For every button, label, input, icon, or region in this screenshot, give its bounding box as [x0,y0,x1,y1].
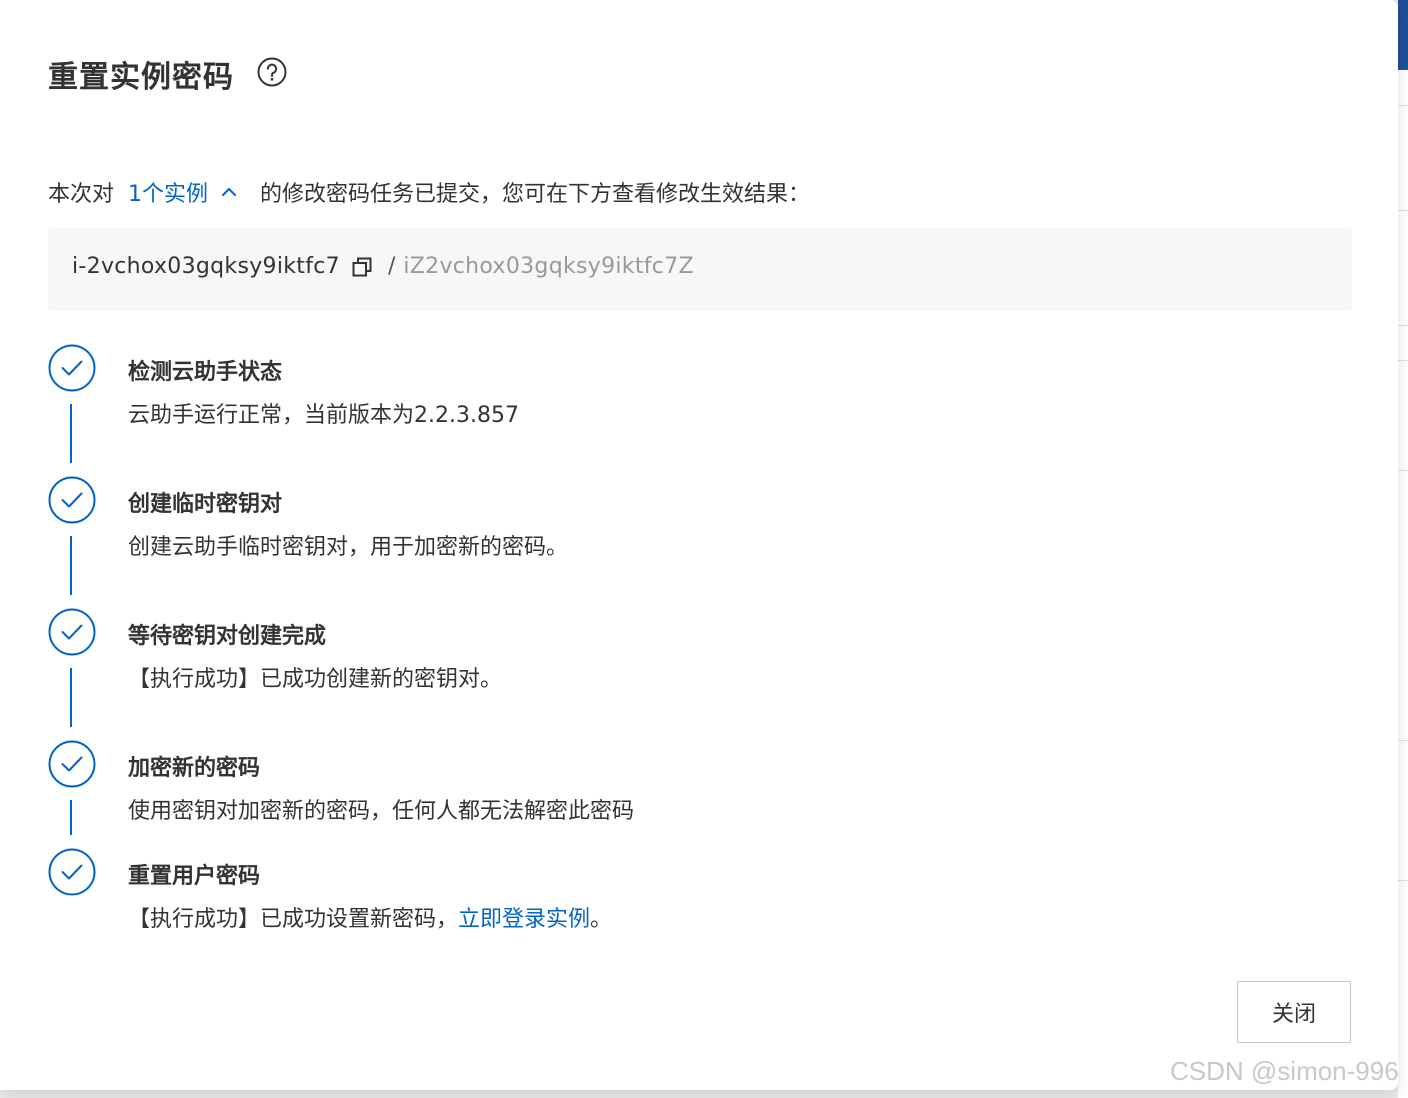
step-check-icon [48,344,96,392]
copy-icon[interactable] [352,257,372,277]
chevron-up-icon[interactable] [220,186,238,198]
step-title: 等待密钥对创建完成 [128,624,327,649]
summary-prefix: 本次对 [48,182,115,207]
step-description-end: 。 [590,907,613,932]
instance-count-link[interactable]: 1个实例 [128,176,208,208]
step-connector [70,800,72,835]
step-title: 重置用户密码 [128,864,261,889]
instance-id: i-2vchox03gqksy9iktfc7 [72,254,340,279]
step-description: 【执行成功】已成功设置新密码，立即登录实例。 [128,901,612,933]
help-icon[interactable] [257,57,287,87]
instance-host-name: iZ2vchox03gqksy9iktfc7Z [403,254,694,279]
step-check-icon [48,740,96,788]
background-page-edge [1398,0,1408,1098]
step-title: 检测云助手状态 [128,360,283,385]
step-title: 创建临时密钥对 [128,492,283,517]
reset-password-dialog: 重置实例密码 本次对 1个实例 的修改密码任务已提交，您可在下方查看修改生效结果… [0,0,1398,1090]
close-button[interactable]: 关闭 [1237,981,1351,1043]
step-description: 【执行成功】已成功创建新的密钥对。 [128,667,503,692]
step-description: 创建云助手临时密钥对，用于加密新的密码。 [128,535,569,560]
step-description: 使用密钥对加密新的密码，任何人都无法解密此密码 [128,799,635,824]
step-check-icon [48,848,96,896]
step-connector [70,668,72,727]
id-separator: / [387,254,396,279]
instance-list-panel: i-2vchox03gqksy9iktfc7 / iZ2vchox03gqksy… [48,228,1352,311]
dialog-title: 重置实例密码 [48,60,234,95]
step-description-text: 【执行成功】已成功设置新密码， [128,907,459,932]
step-connector [70,404,72,463]
step-check-icon [48,608,96,656]
step-check-icon [48,476,96,524]
summary-suffix: 的修改密码任务已提交，您可在下方查看修改生效结果： [260,182,811,207]
watermark: CSDN @simon-996 [1170,1056,1399,1086]
step-title: 加密新的密码 [128,756,261,781]
login-instance-link[interactable]: 立即登录实例 [458,907,590,932]
step-connector [70,536,72,595]
step-description: 云助手运行正常，当前版本为2.2.3.857 [128,403,519,428]
task-summary: 本次对 1个实例 的修改密码任务已提交，您可在下方查看修改生效结果： [48,176,810,208]
